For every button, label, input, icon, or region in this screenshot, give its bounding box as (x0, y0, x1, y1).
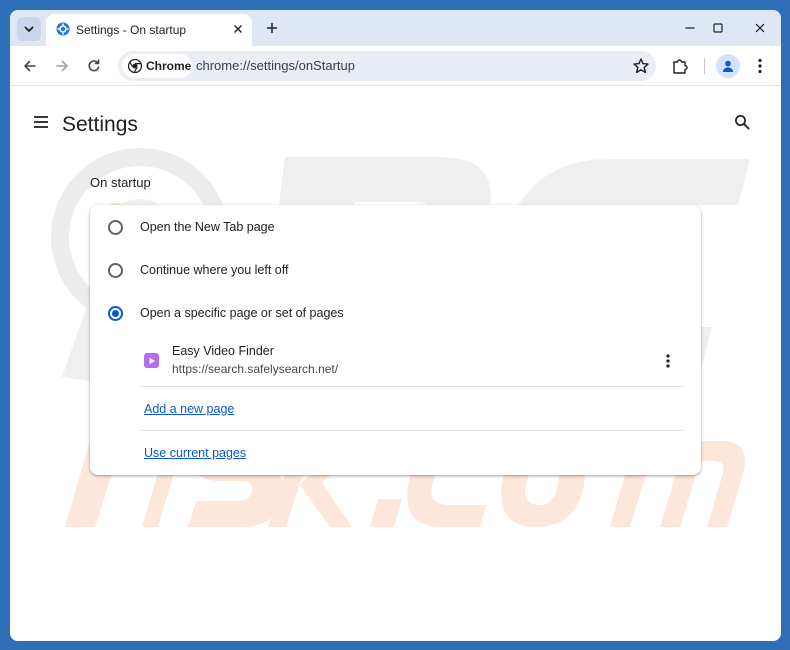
browser-menu-button[interactable] (748, 54, 772, 78)
close-icon (755, 23, 765, 33)
kebab-icon (758, 58, 762, 74)
minimize-button[interactable] (678, 16, 702, 40)
chevron-down-icon (24, 26, 34, 32)
browser-window: Settings - On startup Chrome chrome://se… (10, 10, 781, 641)
option-label: Open the New Tab page (140, 220, 275, 234)
plus-icon (267, 23, 277, 33)
reload-icon (88, 59, 100, 72)
search-settings-button[interactable] (731, 111, 753, 133)
radio-new-tab[interactable] (108, 219, 123, 235)
close-icon (234, 25, 242, 33)
minimize-icon (685, 27, 695, 29)
tab-strip: Settings - On startup (10, 10, 781, 46)
settings-page: Settings On startup Open the New Tab pag… (10, 87, 781, 641)
add-new-page-link[interactable]: Add a new page (144, 402, 234, 416)
forward-button[interactable] (50, 54, 74, 78)
divider (140, 430, 684, 431)
startup-page-url: https://search.safelysearch.net/ (172, 362, 339, 376)
page-title: Settings (62, 113, 138, 136)
tab-close-button[interactable] (231, 22, 245, 36)
site-info-chip[interactable]: Chrome (122, 54, 192, 78)
chrome-logo-icon (128, 59, 142, 73)
startup-page-item: Easy Video Finder https://search.safelys… (140, 341, 684, 387)
divider (140, 386, 684, 387)
toolbar: Chrome chrome://settings/onStartup (10, 46, 781, 86)
reload-button[interactable] (82, 54, 106, 78)
option-new-tab[interactable]: Open the New Tab page (90, 207, 701, 247)
puzzle-icon (673, 59, 688, 74)
section-title: On startup (90, 175, 151, 190)
kebab-icon (666, 354, 670, 368)
address-bar[interactable]: Chrome chrome://settings/onStartup (118, 51, 656, 81)
hamburger-icon (34, 116, 48, 128)
startup-page-name: Easy Video Finder (172, 344, 274, 358)
tab-title: Settings - On startup (76, 23, 187, 37)
search-icon (735, 115, 750, 130)
use-current-pages-link[interactable]: Use current pages (144, 446, 246, 460)
option-label: Open a specific page or set of pages (140, 306, 344, 320)
extensions-button[interactable] (668, 54, 692, 78)
url-text[interactable]: chrome://settings/onStartup (196, 58, 355, 73)
play-icon (144, 353, 159, 368)
person-icon (722, 60, 734, 72)
toolbar-separator (704, 58, 705, 74)
radio-specific-pages[interactable] (108, 305, 123, 321)
new-tab-button[interactable] (262, 18, 282, 38)
profile-button[interactable] (716, 54, 740, 78)
maximize-button[interactable] (706, 16, 730, 40)
settings-menu-button[interactable] (30, 111, 52, 133)
star-icon[interactable] (632, 57, 650, 75)
radio-continue[interactable] (108, 262, 123, 278)
chip-label: Chrome (146, 59, 192, 73)
tab-search-button[interactable] (17, 17, 41, 41)
on-startup-card: Open the New Tab page Continue where you… (90, 205, 701, 475)
option-continue[interactable]: Continue where you left off (90, 250, 701, 290)
startup-page-menu-button[interactable] (658, 351, 678, 371)
arrow-left-icon (24, 60, 36, 72)
option-specific-pages[interactable]: Open a specific page or set of pages (90, 293, 701, 333)
tab-settings[interactable]: Settings - On startup (46, 14, 252, 46)
option-label: Continue where you left off (140, 263, 289, 277)
close-window-button[interactable] (748, 16, 772, 40)
arrow-right-icon (56, 60, 68, 72)
gear-icon (56, 22, 70, 36)
maximize-icon (713, 23, 723, 33)
back-button[interactable] (18, 54, 42, 78)
